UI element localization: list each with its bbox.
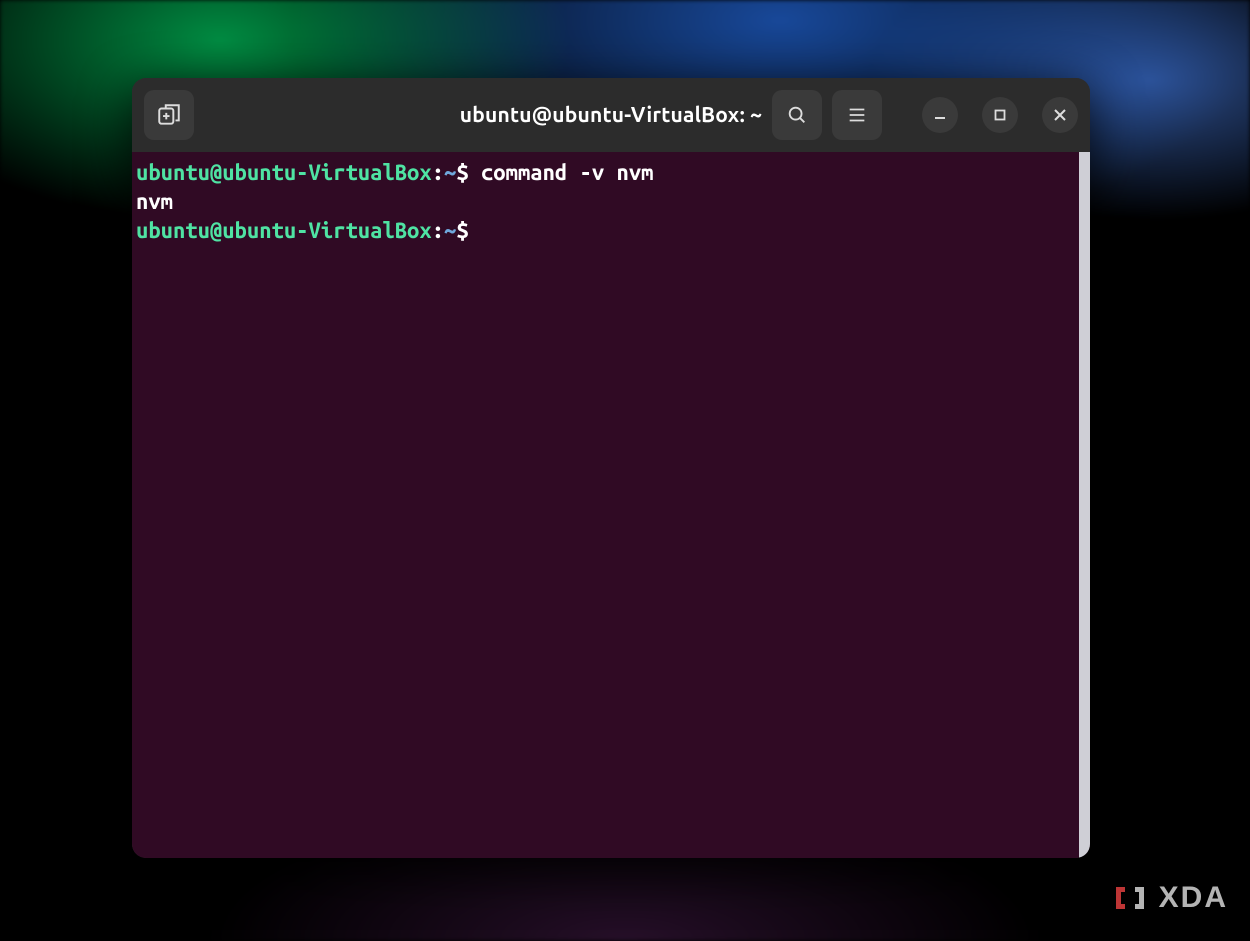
new-tab-icon [156,102,182,128]
terminal-scrollbar[interactable] [1079,152,1090,858]
close-button[interactable] [1042,97,1078,133]
terminal-output: nvm [136,189,173,214]
prompt-path: ~ [444,160,456,185]
new-tab-button[interactable] [144,90,194,140]
prompt-symbol: $ [456,160,481,185]
prompt-command: command -v nvm [481,160,653,185]
terminal-body-wrap: ubuntu@ubuntu-VirtualBox:~$ command -v n… [132,152,1090,858]
window-titlebar [132,78,1090,152]
prompt-user-host: ubuntu@ubuntu-VirtualBox [136,160,432,185]
close-icon [1053,108,1067,122]
prompt-path: ~ [444,218,456,243]
terminal-line: ubuntu@ubuntu-VirtualBox:~$ [136,216,1075,245]
terminal-window: ubuntu@ubuntu-VirtualBox: ~ [132,78,1090,858]
prompt-user-host: ubuntu@ubuntu-VirtualBox [136,218,432,243]
minimize-icon [933,108,947,122]
search-button[interactable] [772,90,822,140]
terminal-body[interactable]: ubuntu@ubuntu-VirtualBox:~$ command -v n… [132,152,1079,858]
maximize-icon [993,108,1007,122]
minimize-button[interactable] [922,97,958,133]
hamburger-menu-button[interactable] [832,90,882,140]
prompt-symbol: $ [456,218,481,243]
maximize-button[interactable] [982,97,1018,133]
terminal-line: nvm [136,187,1075,216]
terminal-line: ubuntu@ubuntu-VirtualBox:~$ command -v n… [136,158,1075,187]
hamburger-icon [846,104,868,126]
search-icon [786,104,808,126]
prompt-colon: : [432,218,444,243]
prompt-colon: : [432,160,444,185]
